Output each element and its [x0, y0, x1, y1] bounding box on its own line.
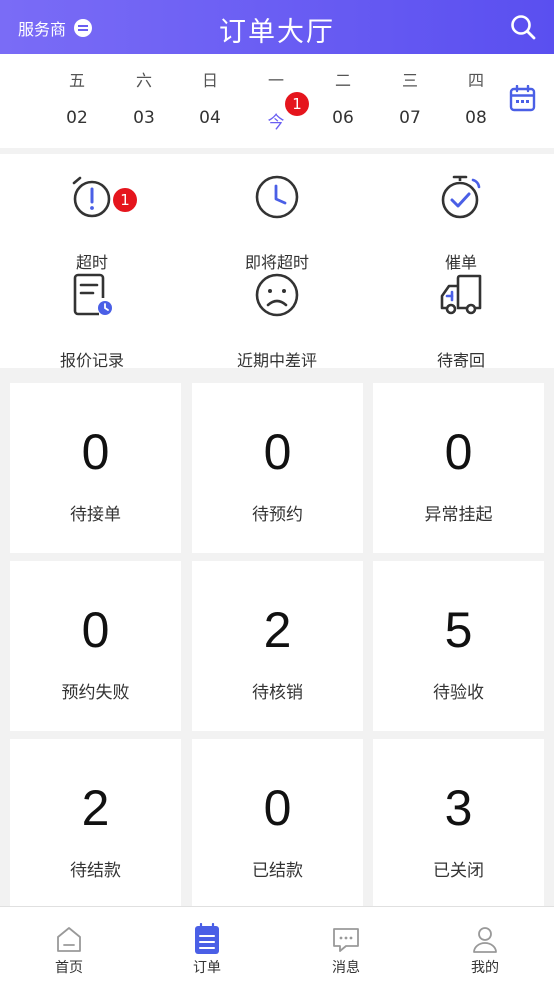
status-card-pending-accept[interactable]: 0 待接单 — [10, 383, 181, 553]
status-label: 预约失败 — [61, 683, 130, 703]
quote-record-icon — [73, 273, 112, 316]
weekday-label: 三 — [401, 71, 418, 90]
status-card-pending-acceptance[interactable]: 5 待验收 — [373, 561, 544, 731]
day-item-today[interactable]: 一 今 1 — [246, 54, 309, 148]
tab-messages[interactable]: 消息 — [277, 907, 415, 984]
quick-action-pending-return[interactable]: 待寄回 — [401, 272, 521, 370]
message-icon — [333, 928, 359, 952]
search-icon[interactable] — [510, 14, 536, 40]
status-card-appointment-failed[interactable]: 0 预约失败 — [10, 561, 181, 731]
quick-action-urge[interactable]: 催单 — [401, 174, 521, 272]
status-count: 0 — [263, 780, 292, 836]
quick-action-bad-reviews[interactable]: 近期中差评 — [217, 272, 337, 370]
order-icon — [195, 923, 219, 954]
weekday-label: 六 — [135, 71, 152, 90]
tab-label: 首页 — [55, 960, 83, 976]
truck-icon — [440, 274, 482, 315]
quick-action-near-timeout[interactable]: 即将超时 — [217, 174, 337, 272]
day-item[interactable]: 日 04 — [180, 54, 240, 148]
sad-face-icon — [255, 273, 299, 317]
status-count: 0 — [81, 602, 110, 658]
date-label: 06 — [332, 108, 354, 128]
bottom-tab-bar: 首页 订单 消息 我的 — [0, 906, 554, 984]
status-count: 0 — [81, 424, 110, 480]
status-card-exception-suspended[interactable]: 0 异常挂起 — [373, 383, 544, 553]
weekday-label: 五 — [68, 71, 85, 90]
quick-action-timeout[interactable]: 1 超时 — [32, 174, 152, 272]
status-card-pending-verification[interactable]: 2 待核销 — [192, 561, 363, 731]
status-label: 待验收 — [433, 683, 484, 703]
status-count: 5 — [444, 602, 473, 658]
quick-action-label: 即将超时 — [244, 253, 309, 272]
tab-orders[interactable]: 订单 — [138, 907, 276, 984]
app-header: 服务商 订单大厅 — [0, 0, 554, 54]
status-card-closed[interactable]: 3 已关闭 — [373, 739, 544, 909]
weekday-label: 一 — [267, 71, 284, 90]
status-label: 已关闭 — [433, 861, 484, 881]
status-label: 待接单 — [70, 505, 121, 525]
date-label: 04 — [199, 108, 221, 128]
date-strip: 五 02 六 03 日 04 一 今 1 二 06 三 07 四 08 — [0, 54, 554, 148]
alarm-icon — [72, 176, 111, 218]
order-status-grid: 0 待接单 0 待预约 0 异常挂起 0 预约失败 2 待核销 5 待验收 2 … — [0, 368, 554, 909]
status-count: 0 — [263, 424, 292, 480]
status-card-settled[interactable]: 0 已结款 — [192, 739, 363, 909]
quick-action-label: 催单 — [444, 253, 477, 272]
date-label: 07 — [399, 108, 421, 128]
home-icon — [57, 927, 81, 952]
status-label: 异常挂起 — [424, 505, 493, 525]
status-label: 已结款 — [252, 861, 303, 881]
tab-label: 我的 — [471, 960, 499, 976]
status-count: 3 — [444, 780, 473, 836]
status-count: 0 — [444, 424, 473, 480]
page-title: 订单大厅 — [219, 17, 335, 48]
tab-label: 消息 — [332, 960, 360, 976]
user-icon — [473, 927, 497, 953]
day-item[interactable]: 五 02 — [47, 54, 107, 148]
status-label: 待结款 — [70, 861, 121, 881]
status-count: 2 — [81, 780, 110, 836]
status-count: 2 — [263, 602, 292, 658]
stopwatch-check-icon — [441, 175, 481, 219]
today-badge: 1 — [285, 92, 309, 116]
date-label: 02 — [66, 108, 88, 128]
weekday-label: 二 — [334, 71, 351, 90]
tab-label: 订单 — [193, 960, 221, 976]
status-label: 待核销 — [252, 683, 303, 703]
quick-action-quote-records[interactable]: 报价记录 — [32, 272, 152, 370]
weekday-label: 日 — [201, 71, 218, 90]
day-item[interactable]: 二 06 — [313, 54, 373, 148]
weekday-label: 四 — [467, 71, 484, 90]
day-item[interactable]: 四 08 — [446, 54, 506, 148]
quick-action-label: 超时 — [75, 253, 108, 272]
day-item[interactable]: 六 03 — [114, 54, 174, 148]
quick-actions-panel: 1 超时 即将超时 催单 报价记录 近期中差评 待寄回 — [0, 154, 554, 370]
date-label: 08 — [465, 108, 487, 128]
date-label: 03 — [133, 108, 155, 128]
tab-home[interactable]: 首页 — [0, 907, 138, 984]
day-item[interactable]: 三 07 — [380, 54, 440, 148]
clock-icon — [255, 175, 299, 219]
calendar-icon[interactable] — [509, 85, 536, 112]
status-card-pending-appointment[interactable]: 0 待预约 — [192, 383, 363, 553]
tab-mine[interactable]: 我的 — [416, 907, 554, 984]
status-card-pending-settlement[interactable]: 2 待结款 — [10, 739, 181, 909]
timeout-badge: 1 — [113, 188, 137, 212]
status-label: 待预约 — [252, 505, 303, 525]
